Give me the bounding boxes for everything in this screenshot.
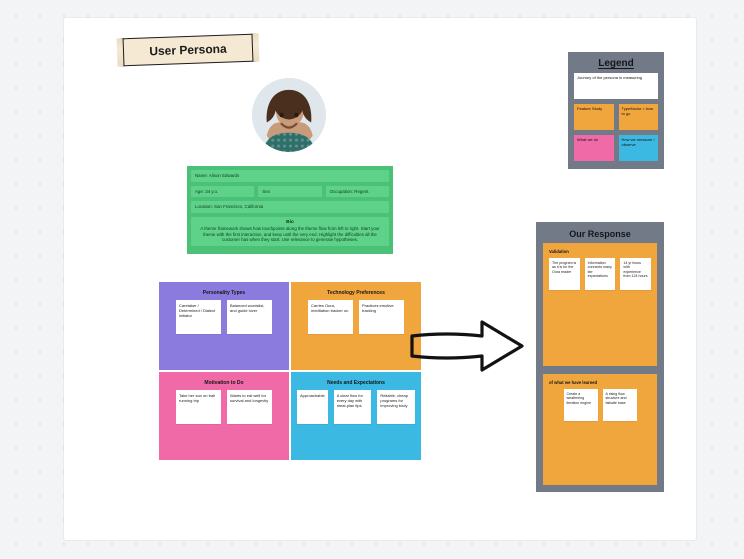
sticky-note[interactable]: Approachable: [297, 390, 328, 424]
persona-bio-body: A theme framework shows how touchpoints …: [200, 226, 379, 242]
legend-swatch: What we do: [574, 135, 614, 161]
persona-bio: Bio A theme framework shows how touchpoi…: [191, 217, 389, 246]
panel-title: Motivation to Do: [165, 378, 283, 390]
legend-swatch: Journey of the persona in measuring: [574, 73, 658, 99]
sticky-note[interactable]: Practices emotive tracking: [359, 300, 404, 334]
persona-sex: Sex: [258, 186, 321, 198]
title-text: User Persona: [149, 42, 227, 59]
response-caption: of what we have learned: [549, 380, 651, 389]
persona-card: Name: Alison Edwards Age: 34 y.o. Sex Oc…: [187, 166, 393, 254]
panel-tech: Technology Preferences Carries Oura, med…: [291, 282, 421, 370]
legend-title: Legend: [574, 58, 658, 73]
whiteboard-canvas[interactable]: User Persona Name: Alison Edwards Age: 3…: [64, 18, 696, 540]
response-panel: Our Response Validation The program is a…: [536, 222, 664, 492]
persona-role: Occupation: Regent: [326, 186, 389, 198]
response-block: of what we have learned Create a weather…: [543, 374, 657, 485]
sticky-note[interactable]: Wants to eat well for survival and longe…: [227, 390, 272, 424]
legend-swatch: Type/factor = how to go: [619, 104, 659, 130]
sticky-note[interactable]: Information connects many tier expectati…: [585, 258, 616, 290]
sticky-note[interactable]: Carries Oura, meditation tracker on: [308, 300, 353, 334]
panel-personality: Personality Types Caretaker / Determined…: [159, 282, 289, 370]
response-title: Our Response: [543, 229, 657, 243]
persona-bio-heading: Bio: [195, 220, 385, 227]
legend-swatch: How we measure / observe: [619, 135, 659, 161]
panel-title: Needs and Expectations: [297, 378, 415, 390]
panel-needs: Needs and Expectations Approachable A cl…: [291, 372, 421, 460]
persona-location: Location: San Francisco, California: [191, 201, 389, 213]
panel-title: Personality Types: [165, 288, 283, 300]
sticky-note[interactable]: A clear flow for every day with meal-pla…: [334, 390, 372, 424]
legend-panel: Legend Journey of the persona in measuri…: [568, 52, 664, 169]
sticky-note[interactable]: Caretaker / Determined / Dialect initiat…: [176, 300, 221, 334]
persona-name: Name: Alison Edwards: [191, 170, 389, 182]
sticky-note[interactable]: Reliable, cheap programs for improving b…: [377, 390, 415, 424]
response-block: Validation The program is as it is for t…: [543, 243, 657, 366]
sticky-note[interactable]: Take her son on trail running trip: [176, 390, 221, 424]
persona-age: Age: 34 y.o.: [191, 186, 254, 198]
avatar-illustration: [252, 78, 326, 152]
avatar: [252, 78, 326, 152]
sticky-note[interactable]: Balanced wordslist, and guide lover: [227, 300, 272, 334]
sticky-note[interactable]: Create a weathering iteration engine: [564, 389, 598, 421]
arrow-icon: [406, 314, 528, 378]
response-caption: Validation: [549, 249, 651, 258]
panel-motivation: Motivation to Do Take her son on trail r…: [159, 372, 289, 460]
sticky-note[interactable]: The program is as it is for the Oura rea…: [549, 258, 580, 290]
title-sticker: User Persona: [120, 34, 257, 67]
sticky-note[interactable]: 14 yr focus with experience from 124 hou…: [620, 258, 651, 290]
sticky-note[interactable]: A rising flow structure and failsafe bas…: [603, 389, 637, 421]
legend-swatch: Feature Study: [574, 104, 614, 130]
panel-title: Technology Preferences: [297, 288, 415, 300]
